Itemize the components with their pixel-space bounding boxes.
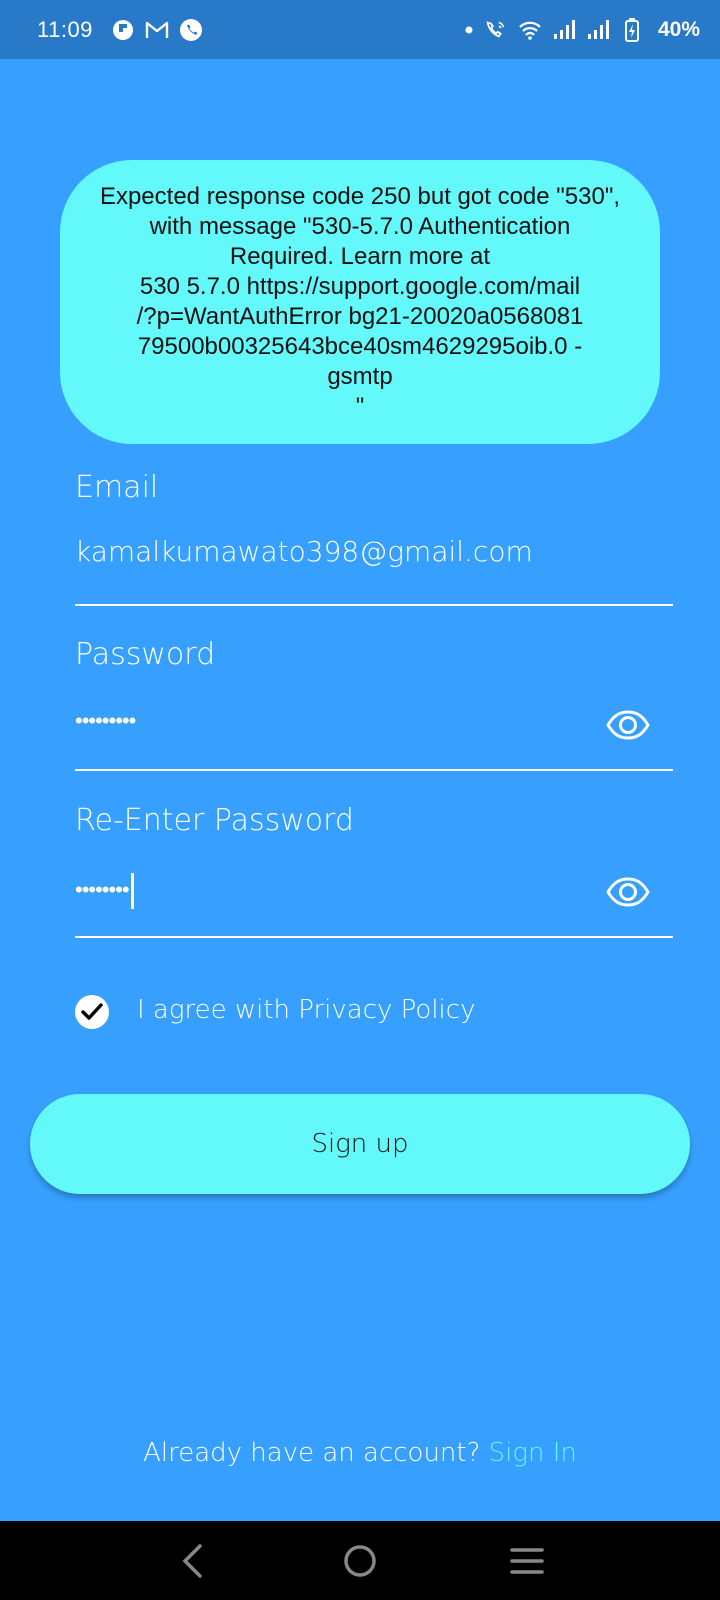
wifi-calling-icon [484, 18, 508, 42]
back-chevron-icon [182, 1543, 203, 1578]
status-right-icons: 40% [464, 17, 700, 42]
menu-lines-icon [509, 1547, 544, 1574]
status-left-icons [111, 18, 203, 42]
check-icon [81, 1003, 103, 1020]
privacy-policy-label[interactable]: I agree with Privacy Policy [137, 995, 475, 1025]
battery-charging-icon [620, 17, 644, 42]
email-label: Email [75, 470, 159, 505]
system-nav-bar [0, 1521, 720, 1600]
dot-icon [464, 18, 474, 42]
email-underline [75, 604, 673, 606]
password-field[interactable]: ••••••••• [75, 708, 136, 734]
flipboard-icon [111, 18, 135, 42]
signin-prompt-text: Already have an account? [143, 1438, 489, 1468]
reenter-password-label: Re-Enter Password [75, 803, 354, 838]
reenter-password-underline [75, 936, 673, 938]
text-cursor [130, 873, 134, 909]
home-circle-icon [344, 1544, 376, 1577]
error-toast: Expected response code 250 but got code … [60, 160, 660, 444]
reenter-password-field[interactable]: •••••••• [75, 873, 134, 909]
phone-icon [179, 18, 203, 42]
signin-link[interactable]: Sign In [489, 1438, 577, 1468]
recents-button[interactable] [497, 1531, 557, 1591]
gmail-icon [145, 18, 169, 42]
eye-icon[interactable] [606, 710, 650, 740]
email-field[interactable]: kamalkumawato398@gmail.com [75, 535, 533, 568]
signal-icon [552, 18, 576, 42]
back-button[interactable] [163, 1531, 223, 1591]
signal-icon [586, 18, 610, 42]
home-button[interactable] [330, 1531, 390, 1591]
privacy-checkbox[interactable] [75, 995, 109, 1029]
signin-prompt: Already have an account? Sign In [0, 1438, 720, 1468]
reenter-password-value: •••••••• [75, 878, 130, 903]
eye-icon[interactable] [606, 877, 650, 907]
status-bar: 11:09 40% [0, 0, 720, 59]
battery-percent: 40% [657, 17, 700, 41]
password-underline [75, 769, 673, 771]
password-label: Password [75, 637, 216, 672]
wifi-icon [518, 18, 542, 42]
status-time: 11:09 [37, 16, 93, 42]
signup-button[interactable]: Sign up [30, 1094, 690, 1194]
